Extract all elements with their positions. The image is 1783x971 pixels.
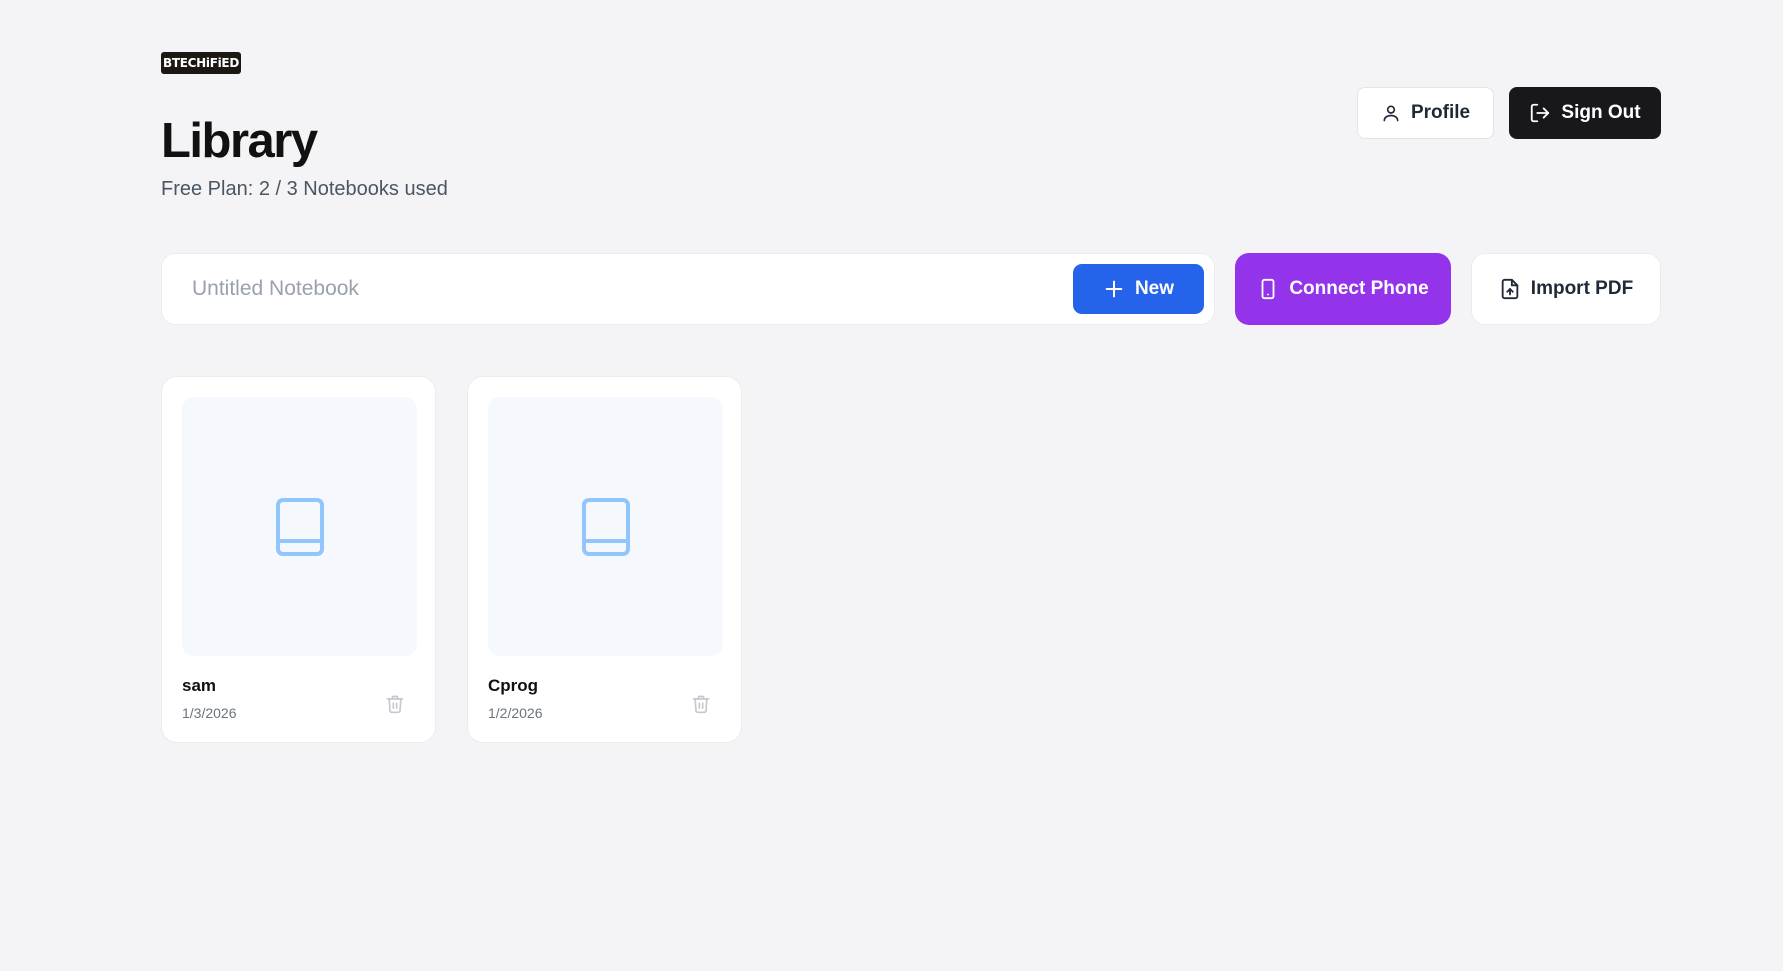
page-title: Library [161,114,318,168]
notebook-date: 1/3/2026 [182,705,237,721]
trash-icon[interactable] [383,692,407,716]
notebook-thumbnail [488,397,723,656]
trash-icon[interactable] [689,692,713,716]
header-actions: Profile Sign Out [1357,87,1661,139]
book-icon [580,497,632,557]
smartphone-icon [1257,277,1279,301]
notebook-title: Cprog [488,676,539,695]
sign-out-button-label: Sign Out [1561,102,1641,123]
notebook-thumbnail [182,397,417,656]
logout-icon [1529,102,1551,124]
new-button-label: New [1134,278,1175,299]
notebook-toolbar: New Connect Phone Import PDF [161,253,1661,325]
new-notebook-button[interactable]: New [1073,264,1204,314]
import-pdf-label: Import PDF [1530,278,1634,299]
connect-phone-label: Connect Phone [1289,278,1429,299]
plus-icon [1103,278,1125,300]
notebook-name-input[interactable] [192,277,1073,301]
connect-phone-button[interactable]: Connect Phone [1235,253,1451,325]
notebook-grid: sam 1/3/2026 Cprog 1/2/2026 [161,376,742,743]
notebook-date: 1/2/2026 [488,705,543,721]
plan-usage-text: Free Plan: 2 / 3 Notebooks used [161,178,448,200]
profile-button[interactable]: Profile [1357,87,1494,139]
book-icon [274,497,326,557]
user-icon [1381,103,1401,123]
file-upload-icon [1499,277,1521,301]
notebook-title: sam [182,676,217,695]
notebook-card[interactable]: sam 1/3/2026 [161,376,436,743]
new-notebook-bar: New [161,253,1215,325]
sign-out-button[interactable]: Sign Out [1509,87,1661,139]
brand-logo: BTECHiFiED [161,52,241,74]
notebook-card[interactable]: Cprog 1/2/2026 [467,376,742,743]
import-pdf-button[interactable]: Import PDF [1471,253,1661,325]
profile-button-label: Profile [1410,102,1471,123]
